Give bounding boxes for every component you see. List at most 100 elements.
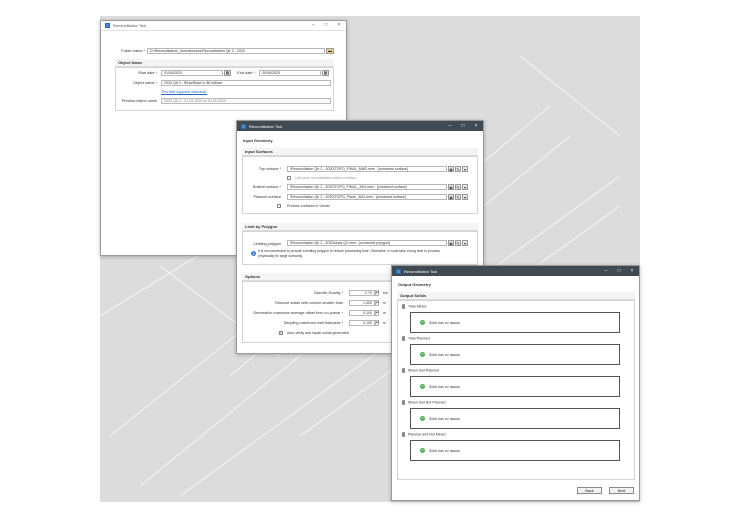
solid-status-planned-not-mined: Solid has no issues. [429,449,461,453]
bottom-surface-pick-button[interactable]: ◉ [448,184,454,190]
minimize-icon[interactable]: – [310,23,316,28]
check-circle-icon: ✓ [420,320,425,325]
sg-input[interactable]: 2.70 [349,290,375,296]
pin-icon [402,400,405,405]
close-icon[interactable]: × [336,23,342,28]
solid-header-mined-not-planned: Mined and Not Planned [402,400,446,405]
end-calendar-button[interactable]: ▦ [322,70,329,76]
bottom-surface-clear-button[interactable]: ✎ [455,184,461,190]
info-text-line1: It is recommended to provide a limiting … [258,249,440,253]
check-circle-icon: ✓ [420,384,425,389]
maximize-icon[interactable]: □ [460,123,466,129]
object-name-input[interactable]: 2020 Qtr 2 - $StartDate to $EndDate [161,80,331,86]
check-circle-icon: ✓ [420,416,425,421]
object-name-section: Object Name [115,59,334,67]
folder-icon: ▬ [328,48,332,53]
decimation-spinner[interactable]: ▴▾ [375,310,379,316]
preview-surfaces-checkbox[interactable] [277,204,281,208]
window1-titlebar[interactable]: Reconciliation Tool – □ × [101,21,346,31]
bottom-surface-dropdown[interactable]: ▾ [462,184,468,190]
maximize-icon[interactable]: □ [616,268,622,274]
autoverify-label: Auto-verify and repair solids generated [287,331,349,335]
calendar-icon: ▦ [323,70,328,75]
next-button[interactable]: Next [609,487,634,494]
bottom-surface-label: Bottom surface * [252,185,281,189]
folder-input[interactable]: D:\Reconciliation\_Invensources\Reconcil… [147,48,325,54]
folder-browse-button[interactable]: ▬ [326,48,334,54]
check-circle-icon: ✓ [420,448,425,453]
pin-icon [402,432,405,437]
window3-titlebar[interactable]: Reconciliation Tool – □ × [392,266,639,276]
close-icon[interactable]: × [473,123,479,129]
start-date-label: Start date * [138,71,157,75]
planned-surface-pick-button[interactable]: ◉ [448,194,454,200]
solid-status-total-planned: Solid has no issues. [429,353,461,357]
start-date-input[interactable]: 01/04/2020 [161,70,223,76]
pin-icon [402,368,405,373]
top-surface-pick-button[interactable]: ◉ [448,166,454,172]
wildcard-link[interactable]: This field supports wildcards. [161,90,207,94]
end-date-label: End date * [237,71,255,75]
bottom-surface-input[interactable]: \Reconciliation Qtr 2 - 2020\TOPO_FINAL_… [287,184,447,190]
close-icon[interactable]: × [629,268,635,274]
solid-header-mined-and-planned: Mined and Planned [402,368,439,373]
remove-spinner[interactable]: ▴▾ [375,300,379,306]
planned-surface-dropdown[interactable]: ▾ [462,194,468,200]
limiting-polygon-label: Limiting polygon [253,242,281,246]
dimpling-spinner[interactable]: ▴▾ [375,320,379,326]
solid-header-total-mined: Total Mined [402,304,426,309]
top-surface-clear-button[interactable]: ✎ [455,166,461,172]
end-date-input[interactable]: 30/06/2020 [259,70,321,76]
preview-name-field: 2020 Qtr 2 - 01-04-2020 to 30-06-2020 [161,98,331,104]
preview-name-label: Preview object name [121,99,157,103]
app-icon [105,23,110,28]
preview-surfaces-label: Preview surfaces in Viewer [287,204,331,208]
top-surface-dropdown[interactable]: ▾ [462,166,468,172]
autoverify-checkbox[interactable] [279,330,283,335]
solid-header-total-planned: Total Planned [402,336,430,341]
pick-icon: ◉ [449,185,453,190]
info-text-line2: (especially for large surfaces). [258,254,304,258]
output-solids-section: Output Solids [397,292,635,300]
use-prior-checkbox[interactable] [287,176,291,180]
planned-surface-label: Planned surface [253,195,281,199]
dimpling-input[interactable]: 0.100 [349,320,375,326]
sg-unit: t/m [383,291,388,295]
sg-spinner[interactable]: ▴▾ [375,290,379,296]
input-surfaces-section: Input Surfaces [242,148,478,156]
planned-surface-input[interactable]: \Reconciliation Qtr 2 - 2020\TOPO_Plane_… [287,194,447,200]
minimize-icon[interactable]: – [603,268,609,274]
solid-status-total-mined: Solid has no issues. [429,321,461,325]
app-icon [241,123,246,129]
decimation-input[interactable]: 0.100 [349,310,375,316]
remove-unit: m [383,301,386,305]
remove-input[interactable]: 1.000 [349,300,375,306]
top-surface-input[interactable]: \Reconciliation Qtr 2 - 2020\TOPO_FINAL_… [287,166,447,172]
pin-icon [402,336,405,341]
remove-label: Remove solids with volume smaller than [275,301,343,305]
window2-titlebar[interactable]: Reconciliation Tool – □ × [237,121,483,131]
back-button[interactable]: Back [577,487,602,494]
dimpling-unit: m [383,321,386,325]
decimation-label: Decimation maximum average offset from c… [253,311,343,315]
decimation-unit: m [383,311,386,315]
planned-surface-clear-button[interactable]: ✎ [455,194,461,200]
limiting-polygon-pick-button[interactable]: ◉ [448,240,454,246]
minimize-icon[interactable]: – [447,123,453,129]
info-icon: i [251,251,256,256]
limit-polygon-box [242,231,478,265]
solid-status-mined-not-planned: Solid has no issues. [429,417,461,421]
limiting-polygon-input[interactable]: \Reconciliation Qtr 2 - 2020\draw Q2.mrm… [287,240,447,246]
limiting-polygon-clear-button[interactable]: ✎ [455,240,461,246]
limiting-polygon-dropdown[interactable]: ▾ [462,240,468,246]
window-output-geometry: Reconciliation Tool – □ × Output Geometr… [391,265,640,501]
object-name-label: Object name * [132,81,157,85]
pick-icon: ◉ [449,167,453,172]
pick-icon: ◉ [449,195,453,200]
window1-title: Reconciliation Tool [113,23,147,28]
window2-title: Reconciliation Tool [249,123,283,129]
maximize-icon[interactable]: □ [323,23,329,28]
app-icon [396,268,401,274]
limit-polygon-section: Limit by Polygon [242,223,478,231]
pin-icon [402,304,405,309]
